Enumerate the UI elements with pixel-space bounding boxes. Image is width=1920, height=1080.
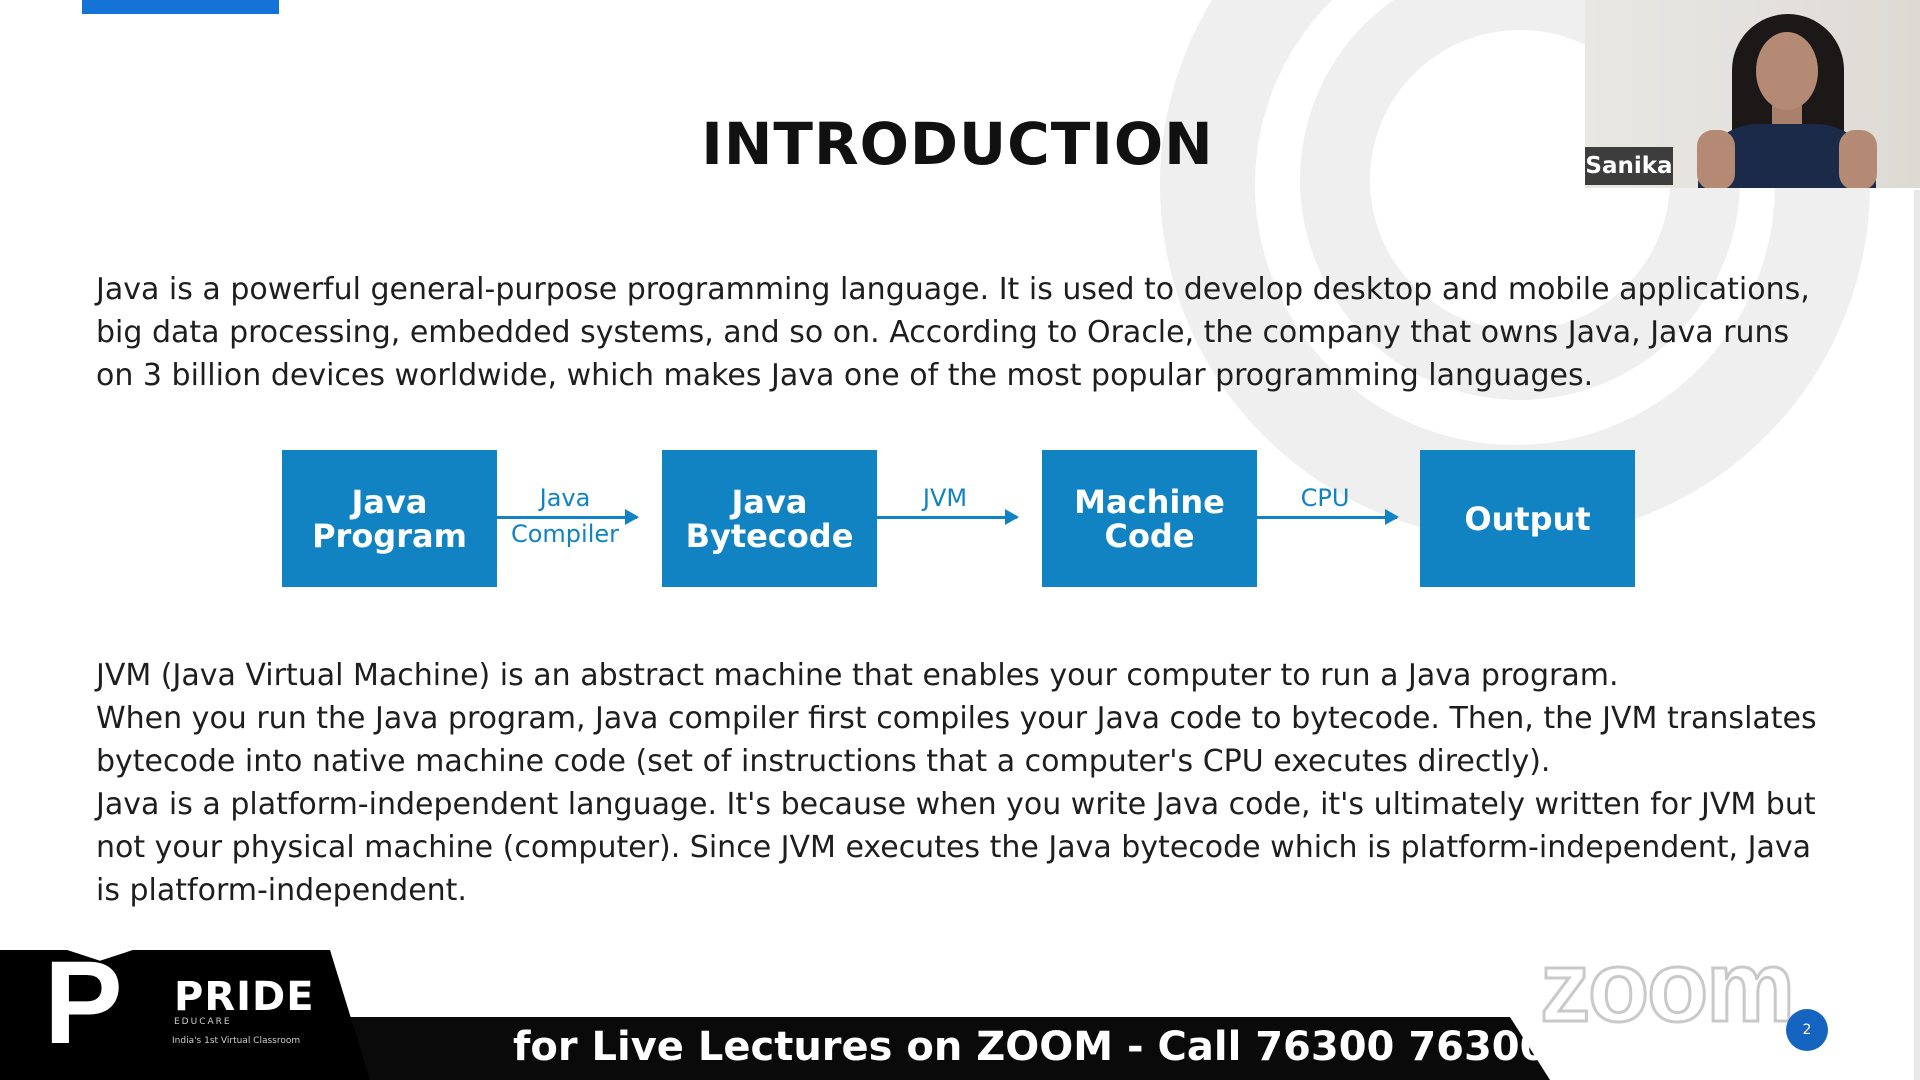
platform-paragraph: Java is a platform-independent language.… bbox=[96, 787, 1816, 908]
logo-p-mark: P bbox=[44, 937, 123, 1069]
slide-accent-bar bbox=[82, 0, 279, 14]
logo-word: PRIDE bbox=[174, 974, 315, 1020]
diagram-box-java-bytecode: Java Bytecode bbox=[662, 450, 877, 587]
participant-face bbox=[1756, 32, 1818, 110]
java-flow-diagram: Java Program Java Compiler Java Bytecode… bbox=[280, 448, 1640, 590]
diagram-box-java-program: Java Program bbox=[282, 450, 497, 587]
promo-banner-text: for Live Lectures on ZOOM - Call 76300 7… bbox=[513, 1024, 1548, 1070]
logo-tagline: India's 1st Virtual Classroom bbox=[172, 1036, 301, 1046]
compile-paragraph: When you run the Java program, Java comp… bbox=[96, 701, 1817, 779]
page-number-badge: 2 bbox=[1786, 1009, 1828, 1051]
right-scroll-strip bbox=[1914, 190, 1920, 1080]
diagram-box-output: Output bbox=[1420, 450, 1635, 587]
diagram-label-compiler: Java Compiler bbox=[510, 484, 620, 548]
zoom-watermark: zoom bbox=[1538, 930, 1796, 1045]
logo-sub: EDUCARE bbox=[174, 1017, 232, 1027]
intro-paragraph: Java is a powerful general-purpose progr… bbox=[96, 272, 1810, 393]
diagram-box-machine-code: Machine Code bbox=[1042, 450, 1257, 587]
jvm-paragraph: JVM (Java Virtual Machine) is an abstrac… bbox=[96, 658, 1619, 693]
diagram-label-cpu: CPU bbox=[1300, 484, 1350, 512]
participant-arm-right bbox=[1839, 130, 1877, 188]
participant-name-tag: Sanika bbox=[1585, 147, 1673, 185]
diagram-arrow-jvm bbox=[877, 509, 1019, 525]
participant-arm-left bbox=[1697, 130, 1735, 188]
diagram-label-jvm: JVM bbox=[922, 484, 968, 512]
diagram-arrow-cpu bbox=[1257, 509, 1399, 525]
